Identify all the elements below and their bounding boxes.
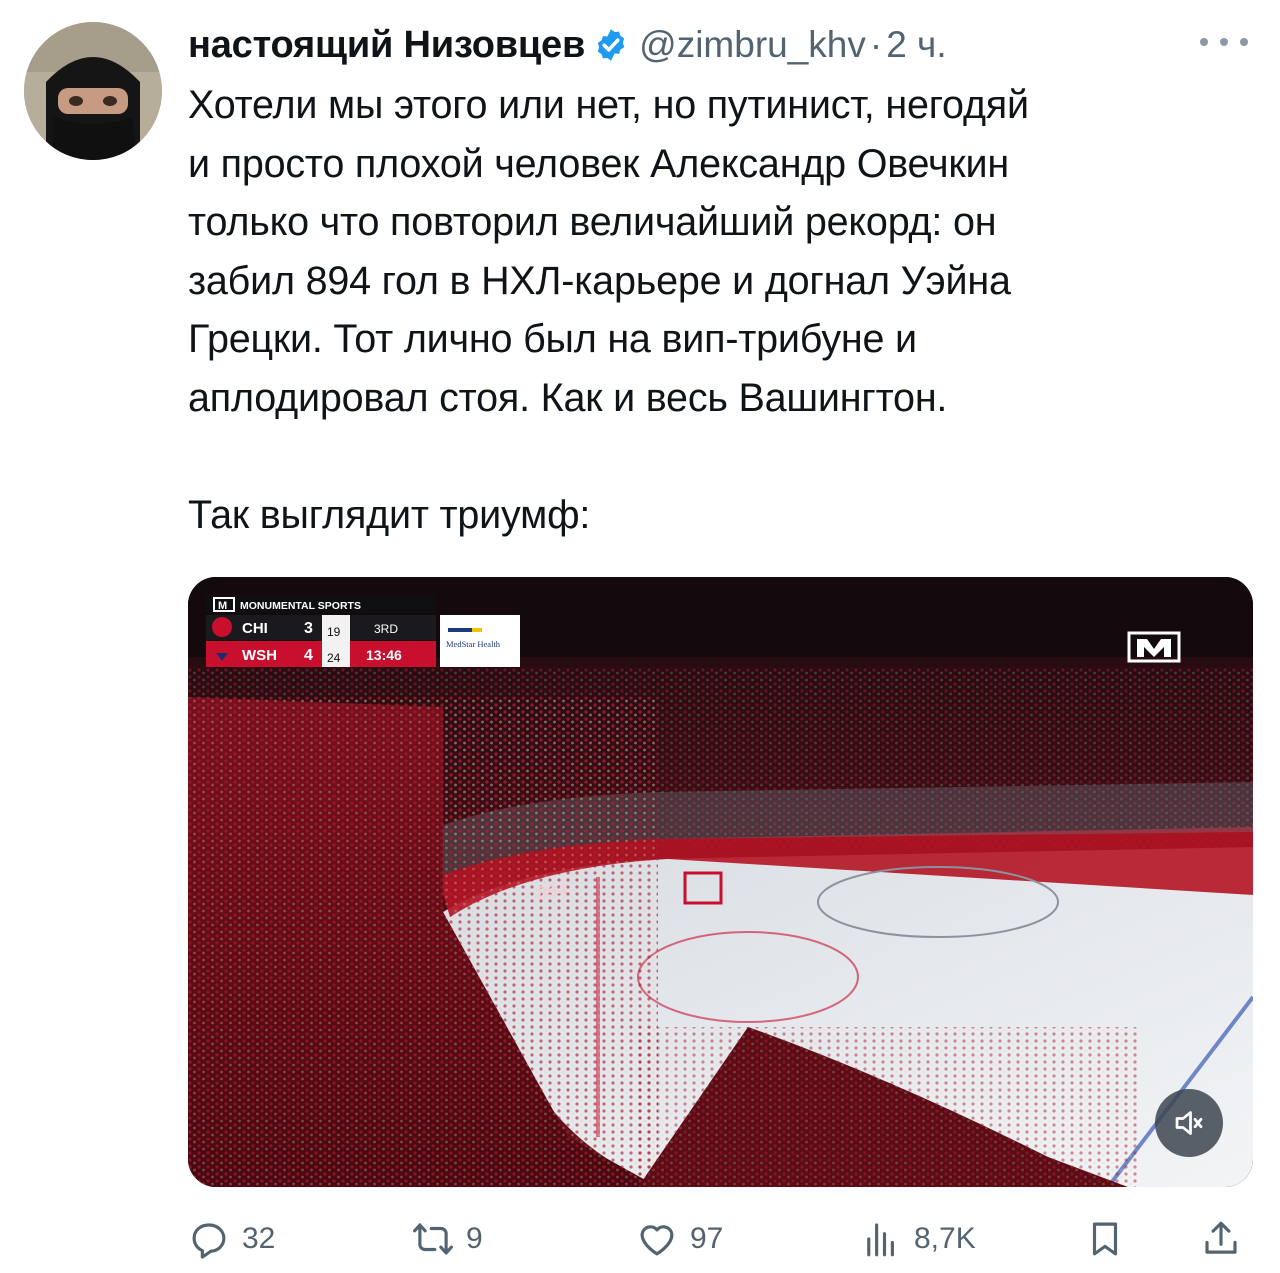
more-dot — [1220, 38, 1228, 46]
share-button[interactable] — [1200, 1214, 1242, 1264]
tweet-actions: 32 9 97 8,7K — [188, 1214, 1253, 1264]
like-button[interactable]: 97 — [636, 1214, 723, 1264]
team-1-abbr: CHI — [242, 620, 268, 637]
tweet-line: Так выглядит триумф: — [188, 492, 591, 537]
team-2-abbr: WSH — [242, 647, 277, 664]
scorebug: M MONUMENTAL SPORTS CHI WSH 3 4 19 24 3R… — [206, 595, 520, 667]
tweet-line: Хотели мы этого или нет, но путинист, не… — [188, 83, 1029, 127]
more-dot — [1240, 38, 1248, 46]
bookmark-button[interactable] — [1084, 1214, 1126, 1264]
verified-badge-icon — [597, 29, 625, 61]
speaker-muted-icon — [1175, 1111, 1203, 1135]
board-number: 894 — [536, 879, 569, 903]
repost-count: 9 — [466, 1222, 483, 1255]
reply-button[interactable]: 32 — [188, 1214, 275, 1264]
team-1-shots: 19 — [327, 625, 341, 639]
tweet-line: и просто плохой человек Александр Овечки… — [188, 141, 1009, 186]
more-options-icon[interactable] — [1196, 24, 1252, 60]
like-count: 97 — [690, 1222, 724, 1255]
network-name: MONUMENTAL SPORTS — [240, 600, 361, 612]
repost-icon — [413, 1223, 453, 1255]
author-handle[interactable]: @zimbru_khv — [639, 24, 866, 66]
period: 3RD — [374, 622, 398, 636]
video-player[interactable]: 894 M MONUMENTAL SPORTS CHI WSH 3 4 19 2… — [188, 577, 1253, 1187]
share-icon — [1205, 1221, 1237, 1254]
more-dot — [1200, 38, 1208, 46]
tweet-header: настоящий Низовцев @zimbru_khv · 2 ч. — [188, 20, 947, 70]
heart-icon — [640, 1225, 674, 1256]
team-2-score: 4 — [304, 647, 313, 664]
mute-button[interactable] — [1155, 1089, 1223, 1157]
network-logo-mini: M — [218, 600, 227, 612]
reply-count: 32 — [242, 1222, 276, 1255]
tweet-line: Грецки. Тот лично был на вип-трибуне и — [188, 317, 917, 361]
view-count: 8,7K — [914, 1222, 976, 1255]
author-name[interactable]: настоящий Низовцев — [188, 24, 585, 67]
reply-icon — [192, 1223, 226, 1259]
views-button[interactable]: 8,7K — [860, 1214, 976, 1264]
game-clock: 13:46 — [366, 647, 402, 663]
analytics-icon — [867, 1223, 894, 1257]
tweet-line: забил 894 гол в НХЛ-карьере и догнал Уэй… — [188, 258, 1011, 303]
bookmark-icon — [1092, 1222, 1118, 1256]
tweet-text: Хотели мы этого или нет, но путинист, не… — [188, 76, 1248, 544]
tweet-line: аплодировал стоя. Как и весь Вашингтон. — [188, 375, 948, 420]
avatar[interactable] — [24, 22, 162, 160]
separator-dot: · — [869, 24, 883, 65]
team-1-score: 3 — [304, 620, 313, 637]
tweet-line: только что повторил величайший рекорд: о… — [188, 200, 997, 244]
repost-button[interactable]: 9 — [412, 1214, 483, 1264]
team-2-shots: 24 — [327, 651, 341, 665]
avatar-image — [24, 22, 162, 160]
tweet-timestamp[interactable]: 2 ч. — [886, 24, 946, 66]
network-logo-icon — [1127, 631, 1181, 663]
sponsor-name: MedStar Health — [446, 639, 501, 649]
